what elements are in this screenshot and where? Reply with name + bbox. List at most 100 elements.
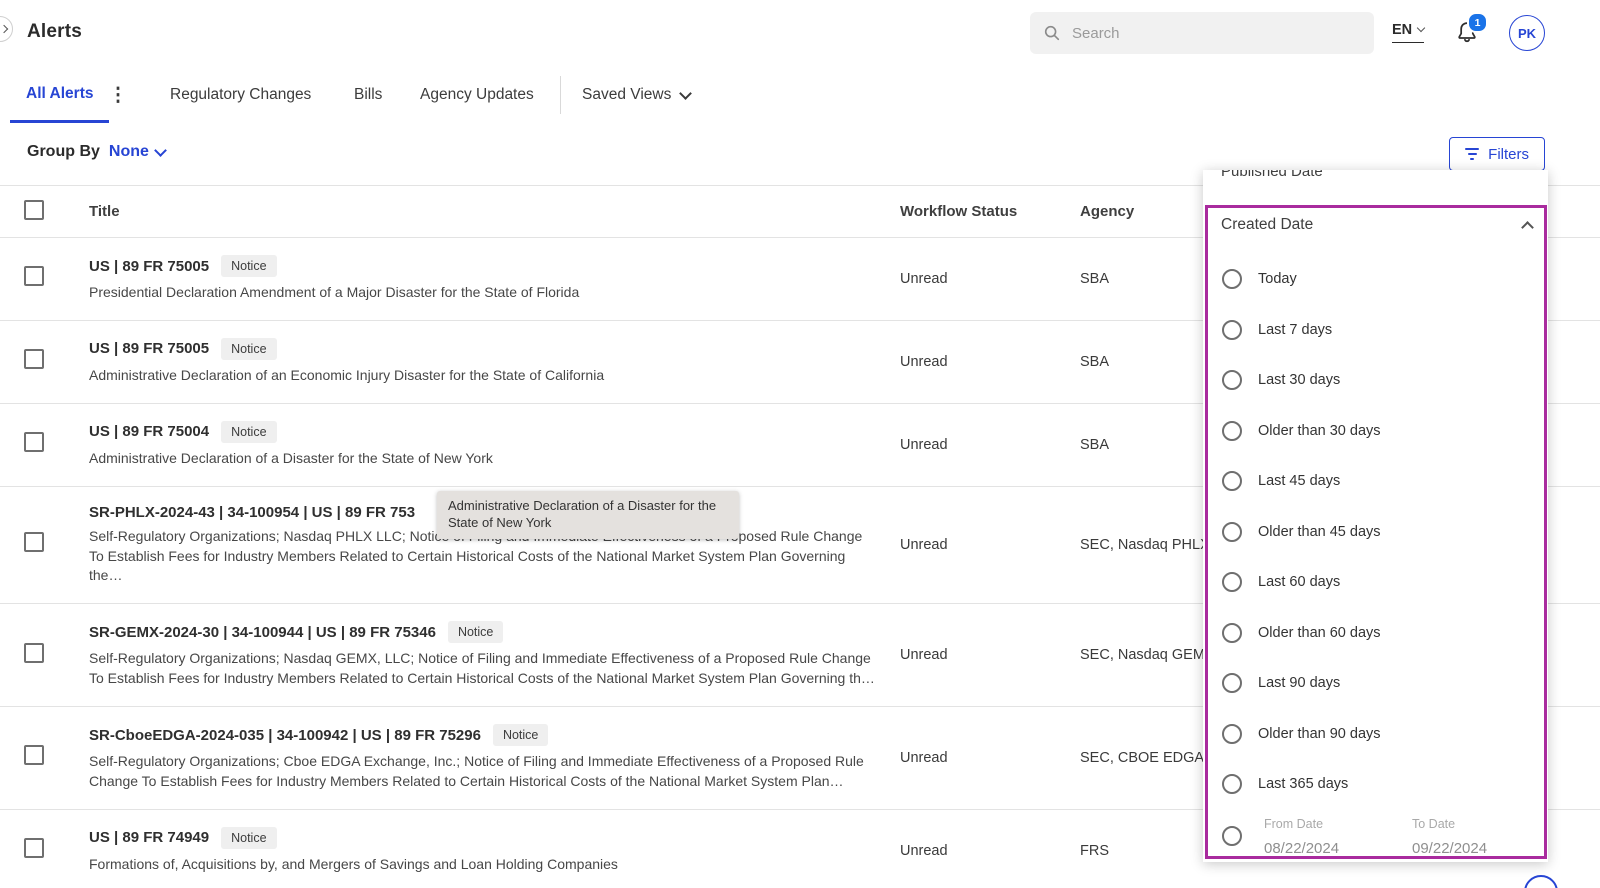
notice-badge: Notice [493, 724, 548, 746]
from-date-value[interactable]: 08/22/2024 [1264, 840, 1390, 857]
filter-option[interactable]: Last 7 days [1203, 305, 1548, 356]
tab-agency-updates[interactable]: Agency Updates [420, 67, 534, 123]
alert-title-line: US | 89 FR 74949 Notice [89, 827, 900, 849]
workflow-status-value: Unread [900, 271, 1080, 287]
notice-badge: Notice [221, 421, 276, 443]
workflow-status-value: Unread [900, 647, 1080, 663]
group-by-value: None [109, 143, 149, 161]
saved-views-label: Saved Views [582, 86, 671, 104]
workflow-status-value: Unread [900, 750, 1080, 766]
tab-bills[interactable]: Bills [354, 67, 382, 123]
notifications-button[interactable]: 1 [1453, 19, 1483, 49]
radio-icon[interactable] [1222, 572, 1242, 592]
tab-bar: All Alerts ⋮ Regulatory Changes Bills Ag… [0, 67, 1600, 124]
filter-option[interactable]: Last 90 days [1203, 658, 1548, 709]
chevron-down-icon [679, 87, 692, 100]
radio-icon[interactable] [1222, 673, 1242, 693]
alert-title[interactable]: SR-CboeEDGA-2024-035 | 34-100942 | US | … [89, 727, 481, 744]
chevron-right-icon [0, 25, 8, 33]
filter-option[interactable]: Last 365 days [1203, 759, 1548, 810]
filter-option-label: Last 90 days [1258, 675, 1340, 691]
custom-range-radio[interactable] [1222, 826, 1242, 846]
column-workflow-status: Workflow Status [900, 203, 1080, 220]
alert-description: Self-Regulatory Organizations; Nasdaq GE… [89, 649, 879, 689]
to-date-value[interactable]: 09/22/2024 [1412, 840, 1538, 857]
alert-title[interactable]: US | 89 FR 74949 [89, 829, 209, 846]
search-icon [1043, 24, 1061, 42]
radio-icon[interactable] [1222, 522, 1242, 542]
page-title: Alerts [27, 21, 82, 43]
to-date-field[interactable]: To Date 09/22/2024 [1412, 810, 1538, 857]
tooltip: Administrative Declaration of a Disaster… [437, 491, 739, 539]
app-screen: Alerts EN 1 PK All Alerts ⋮ Regulatory C… [0, 0, 1600, 888]
top-header: Alerts EN 1 PK [0, 0, 1600, 68]
row-checkbox[interactable] [24, 745, 44, 765]
filter-option-label: Last 365 days [1258, 776, 1348, 792]
filter-option[interactable]: Older than 30 days [1203, 406, 1548, 457]
alert-title[interactable]: US | 89 FR 75005 [89, 258, 209, 275]
alert-description: Administrative Declaration of a Disaster… [89, 449, 879, 469]
created-date-label: Created Date [1221, 216, 1313, 234]
search-box[interactable] [1030, 12, 1374, 54]
tabs-divider [560, 76, 561, 114]
row-checkbox[interactable] [24, 432, 44, 452]
filters-button[interactable]: Filters [1449, 137, 1545, 171]
notification-count-badge: 1 [1467, 12, 1488, 33]
group-by-control: Group By None [27, 143, 165, 161]
created-date-section-header[interactable]: Created Date [1221, 216, 1532, 234]
alert-title[interactable]: US | 89 FR 75005 [89, 340, 209, 357]
select-all-checkbox[interactable] [24, 200, 44, 220]
row-checkbox[interactable] [24, 838, 44, 858]
radio-icon[interactable] [1222, 471, 1242, 491]
filter-option[interactable]: Older than 45 days [1203, 507, 1548, 558]
tab-saved-views[interactable]: Saved Views [582, 67, 690, 123]
filter-option[interactable]: Today [1203, 254, 1548, 305]
workflow-status-value: Unread [900, 537, 1080, 553]
notice-badge: Notice [221, 827, 276, 849]
from-date-field[interactable]: From Date 08/22/2024 [1264, 810, 1390, 857]
tab-all-alerts[interactable]: All Alerts [10, 67, 109, 123]
language-selector[interactable]: EN [1392, 22, 1424, 43]
alert-description: Self-Regulatory Organizations; Cboe EDGA… [89, 752, 879, 792]
kebab-menu-icon[interactable]: ⋮ [104, 67, 132, 123]
row-checkbox[interactable] [24, 643, 44, 663]
radio-icon[interactable] [1222, 370, 1242, 390]
published-date-label: Published Date [1221, 170, 1323, 180]
filter-option-label: Older than 30 days [1258, 423, 1381, 439]
alert-title-line: SR-GEMX-2024-30 | 34-100944 | US | 89 FR… [89, 621, 900, 643]
filter-option-label: Older than 90 days [1258, 726, 1381, 742]
filter-option-label: Last 60 days [1258, 574, 1340, 590]
alert-title-line: US | 89 FR 75005 Notice [89, 338, 900, 360]
alert-description: Formations of, Acquisitions by, and Merg… [89, 855, 879, 875]
alert-title[interactable]: SR-PHLX-2024-43 | 34-100954 | US | 89 FR… [89, 504, 415, 521]
alert-title[interactable]: SR-GEMX-2024-30 | 34-100944 | US | 89 FR… [89, 624, 436, 641]
radio-icon[interactable] [1222, 623, 1242, 643]
row-checkbox[interactable] [24, 349, 44, 369]
filter-option-label: Older than 60 days [1258, 625, 1381, 641]
filter-option[interactable]: Last 30 days [1203, 355, 1548, 406]
row-checkbox[interactable] [24, 266, 44, 286]
group-by-dropdown[interactable]: None [109, 143, 165, 161]
radio-icon[interactable] [1222, 724, 1242, 744]
search-input[interactable] [1070, 24, 1361, 43]
alert-title-line: US | 89 FR 75005 Notice [89, 255, 900, 277]
filter-panel: Published Date Created Date Today Last 7… [1203, 170, 1548, 862]
filter-option[interactable]: Older than 90 days [1203, 709, 1548, 760]
alert-description: Administrative Declaration of an Economi… [89, 366, 879, 386]
row-checkbox[interactable] [24, 532, 44, 552]
filter-icon [1465, 148, 1479, 160]
radio-icon[interactable] [1222, 320, 1242, 340]
tab-regulatory-changes[interactable]: Regulatory Changes [170, 67, 311, 123]
user-avatar[interactable]: PK [1509, 15, 1545, 51]
filter-option[interactable]: Last 45 days [1203, 456, 1548, 507]
radio-icon[interactable] [1222, 269, 1242, 289]
filter-option[interactable]: Last 60 days [1203, 557, 1548, 608]
created-date-options: Today Last 7 days Last 30 days Older tha… [1203, 254, 1548, 810]
alert-title[interactable]: US | 89 FR 75004 [89, 423, 209, 440]
chevron-up-icon [1521, 221, 1534, 234]
notice-badge: Notice [448, 621, 503, 643]
notice-badge: Notice [221, 338, 276, 360]
radio-icon[interactable] [1222, 421, 1242, 441]
radio-icon[interactable] [1222, 774, 1242, 794]
filter-option[interactable]: Older than 60 days [1203, 608, 1548, 659]
